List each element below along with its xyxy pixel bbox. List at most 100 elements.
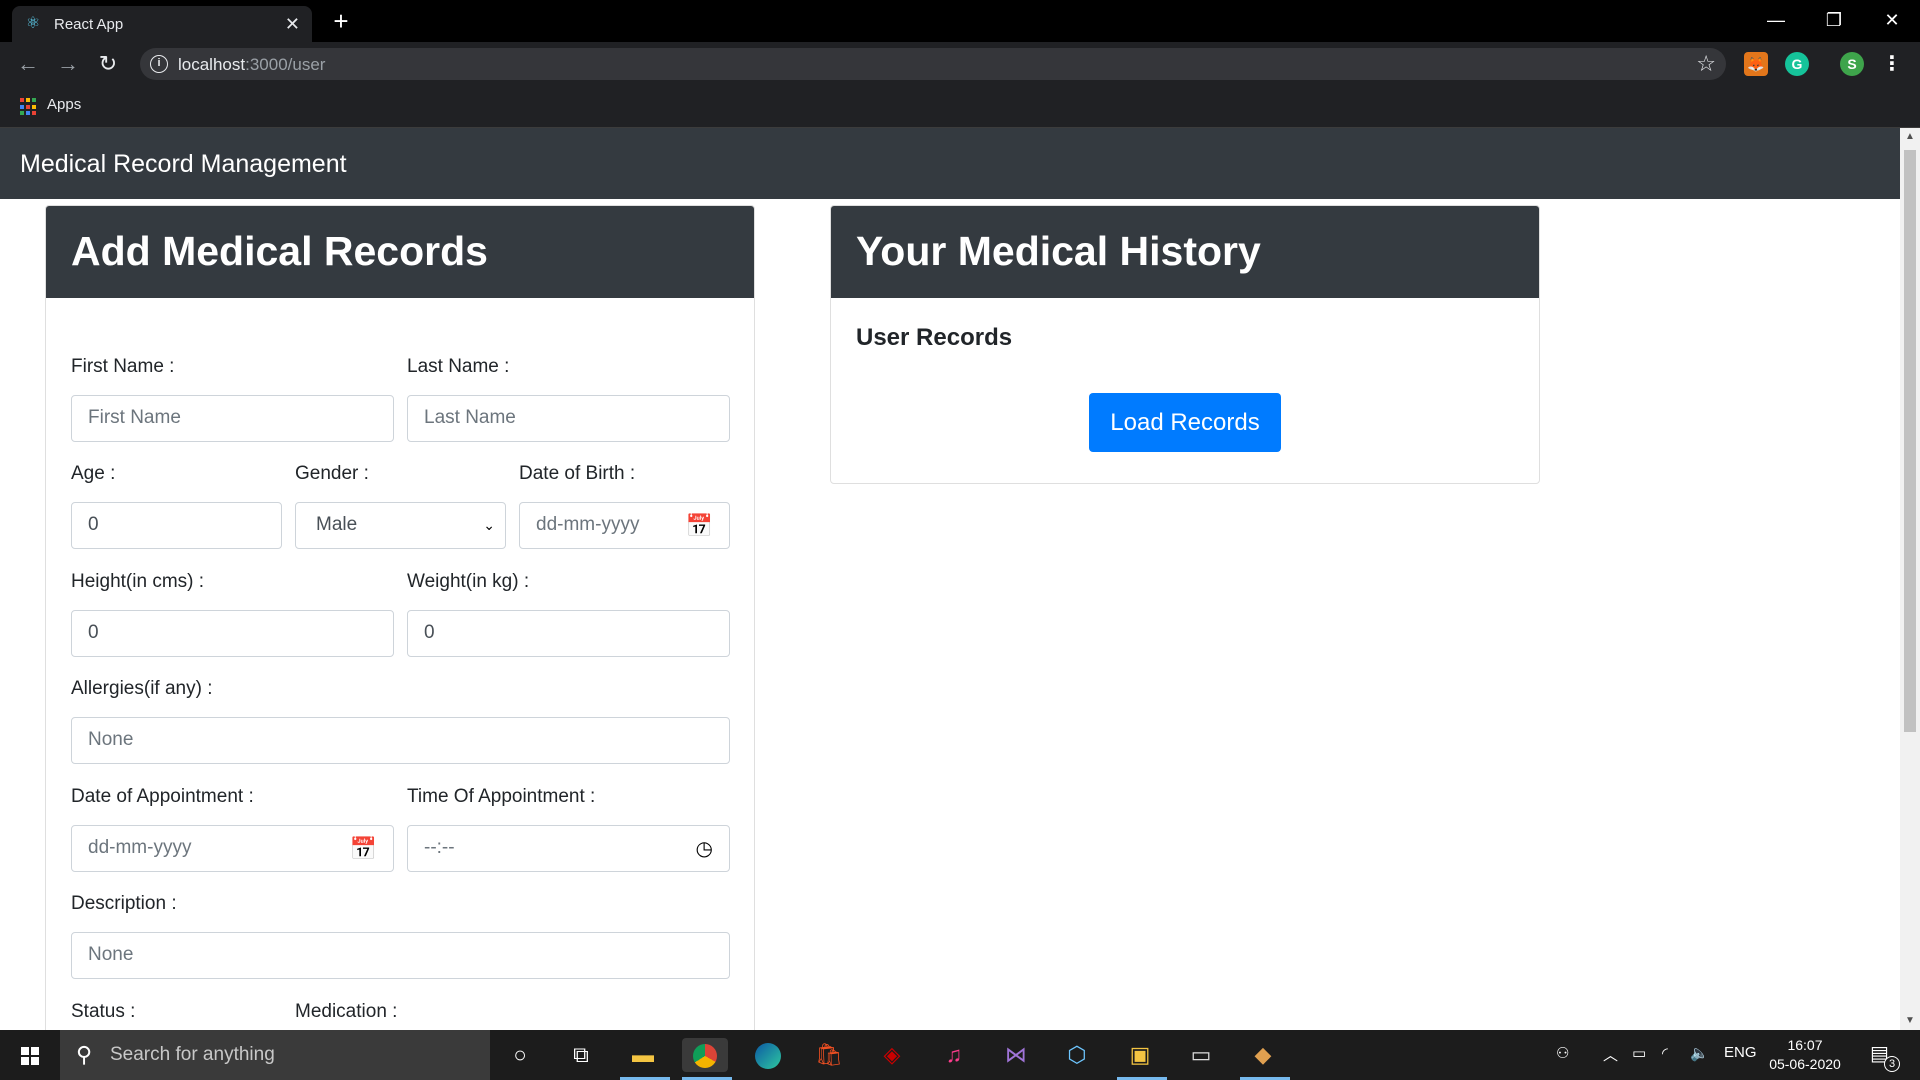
profile-avatar[interactable]: S — [1840, 52, 1864, 76]
windows-taskbar: ⚲ Search for anything ○ ⧉ ▬ 🛍 ◈ ♫ ⋈ ⬡ ▣ … — [0, 1030, 1920, 1080]
calendar-icon[interactable]: 📅 — [686, 513, 713, 539]
start-button[interactable] — [0, 1030, 60, 1080]
app-navbar: Medical Record Management — [0, 128, 1900, 199]
taskbar-search-placeholder: Search for anything — [110, 1044, 275, 1065]
close-window-button[interactable]: ✕ — [1864, 0, 1920, 40]
browser-titlebar: ⚛ React App ✕ + — ❐ ✕ — [0, 0, 1920, 42]
volume-icon[interactable]: 🔈 — [1690, 1044, 1709, 1062]
virtualbox-icon[interactable]: ⬡ — [1060, 1038, 1094, 1072]
store-icon[interactable]: 🛍 — [812, 1038, 846, 1072]
calendar-icon[interactable]: 📅 — [350, 836, 377, 862]
package-icon[interactable]: ◆ — [1246, 1038, 1280, 1072]
clock-time: 16:07 — [1787, 1037, 1823, 1053]
page-viewport: Medical Record Management Add Medical Re… — [0, 128, 1900, 1030]
grammarly-extension-icon[interactable]: G — [1785, 52, 1809, 76]
first-name-label: First Name : — [71, 356, 175, 377]
history-title: Your Medical History — [856, 228, 1261, 274]
reload-icon[interactable]: ↻ — [94, 50, 122, 78]
appointment-date-input[interactable]: dd-mm-yyyy 📅 — [71, 825, 394, 872]
dob-placeholder: dd-mm-yyyy — [536, 514, 640, 535]
address-bar[interactable]: i localhost:3000/user ☆ — [140, 48, 1726, 80]
allergies-label: Allergies(if any) : — [71, 678, 213, 699]
scrollbar-thumb[interactable] — [1904, 150, 1916, 732]
back-arrow-icon[interactable]: ← — [14, 50, 42, 78]
description-input[interactable]: None — [71, 932, 730, 979]
windows-logo-icon — [21, 1047, 39, 1065]
visual-studio-icon[interactable]: ⋈ — [999, 1038, 1033, 1072]
load-records-button[interactable]: Load Records — [1089, 393, 1281, 452]
bookmarks-bar: Apps — [0, 86, 1920, 128]
new-tab-button[interactable]: + — [326, 6, 356, 36]
height-input[interactable]: 0 — [71, 610, 394, 657]
apps-grid-icon[interactable] — [20, 98, 38, 116]
url-path: :3000/user — [245, 55, 326, 74]
apps-bookmark[interactable]: Apps — [47, 96, 81, 113]
bookmark-star-icon[interactable]: ☆ — [1696, 51, 1716, 77]
notification-count-badge: 3 — [1884, 1056, 1900, 1072]
add-records-card-header: Add Medical Records — [46, 206, 754, 298]
dob-input[interactable]: dd-mm-yyyy 📅 — [519, 502, 730, 549]
predator-sense-icon[interactable]: ◈ — [875, 1038, 909, 1072]
weight-input[interactable]: 0 — [407, 610, 730, 657]
tray-overflow-icon[interactable]: ︿ — [1603, 1044, 1618, 1065]
forward-arrow-icon[interactable]: → — [54, 50, 82, 78]
appointment-date-label: Date of Appointment : — [71, 786, 254, 807]
appointment-time-placeholder: --:-- — [424, 837, 455, 858]
chrome-icon[interactable] — [682, 1038, 728, 1072]
gender-select[interactable]: Male ⌄ — [295, 502, 506, 549]
search-icon: ⚲ — [76, 1042, 93, 1067]
appointment-time-label: Time Of Appointment : — [407, 786, 596, 807]
clock-icon[interactable]: ◷ — [696, 836, 713, 861]
clock[interactable]: 16:07 05-06-2020 — [1760, 1036, 1850, 1074]
taskbar-search[interactable]: ⚲ Search for anything — [60, 1030, 490, 1080]
tab-close-icon[interactable]: ✕ — [285, 14, 300, 35]
scroll-up-icon[interactable]: ▲ — [1900, 128, 1920, 146]
allergies-input[interactable]: None — [71, 717, 730, 764]
user-records-heading: User Records — [856, 324, 1013, 351]
python-installer-icon[interactable]: ▣ — [1123, 1038, 1157, 1072]
first-name-input[interactable]: First Name — [71, 395, 394, 442]
dob-label: Date of Birth : — [519, 463, 636, 484]
itunes-icon[interactable]: ♫ — [937, 1038, 971, 1072]
last-name-label: Last Name : — [407, 356, 510, 377]
url-host: localhost — [178, 55, 246, 74]
battery-icon[interactable]: ▭ — [1632, 1044, 1646, 1062]
clock-date: 05-06-2020 — [1769, 1056, 1841, 1072]
scroll-down-icon[interactable]: ▼ — [1900, 1012, 1920, 1030]
age-input[interactable]: 0 — [71, 502, 282, 549]
browser-toolbar: ← → ↻ i localhost:3000/user ☆ 🦊 G S ⋮ — [0, 42, 1920, 86]
appointment-time-input[interactable]: --:-- ◷ — [407, 825, 730, 872]
height-label: Height(in cms) : — [71, 571, 205, 592]
medication-label: Medication : — [295, 1001, 398, 1022]
status-label: Status : — [71, 1001, 136, 1022]
people-icon[interactable]: ⚇ — [1556, 1044, 1569, 1062]
task-view-icon[interactable]: ⧉ — [564, 1038, 598, 1072]
height-value: 0 — [88, 622, 99, 643]
chevron-down-icon: ⌄ — [483, 517, 495, 533]
browser-tab[interactable]: ⚛ React App ✕ — [12, 6, 312, 42]
gender-label: Gender : — [295, 463, 369, 484]
minimize-button[interactable]: — — [1748, 0, 1804, 40]
url-text[interactable]: localhost:3000/user — [178, 55, 325, 75]
tab-title: React App — [54, 15, 124, 33]
menu-kebab-icon[interactable]: ⋮ — [1880, 52, 1904, 76]
weight-label: Weight(in kg) : — [407, 571, 530, 592]
file-explorer-icon[interactable]: ▬ — [626, 1038, 660, 1072]
wifi-icon[interactable]: ◜ — [1662, 1044, 1668, 1062]
language-indicator[interactable]: ENG — [1724, 1044, 1757, 1061]
site-info-icon[interactable]: i — [150, 55, 168, 73]
page-scrollbar[interactable]: ▲ ▼ — [1900, 128, 1920, 1030]
add-records-card: Add Medical Records First Name : First N… — [45, 205, 755, 1030]
description-label: Description : — [71, 893, 177, 914]
navbar-brand[interactable]: Medical Record Management — [20, 150, 347, 179]
age-value: 0 — [88, 514, 99, 535]
metamask-extension-icon[interactable]: 🦊 — [1744, 52, 1768, 76]
history-card: Your Medical History User Records Load R… — [830, 205, 1540, 484]
terminal-icon[interactable]: ▭ — [1184, 1038, 1218, 1072]
react-favicon-icon: ⚛ — [25, 15, 41, 32]
cortana-icon[interactable]: ○ — [503, 1038, 537, 1072]
add-records-title: Add Medical Records — [71, 228, 488, 274]
restore-button[interactable]: ❐ — [1806, 0, 1862, 40]
edge-icon[interactable] — [751, 1038, 785, 1072]
last-name-input[interactable]: Last Name — [407, 395, 730, 442]
